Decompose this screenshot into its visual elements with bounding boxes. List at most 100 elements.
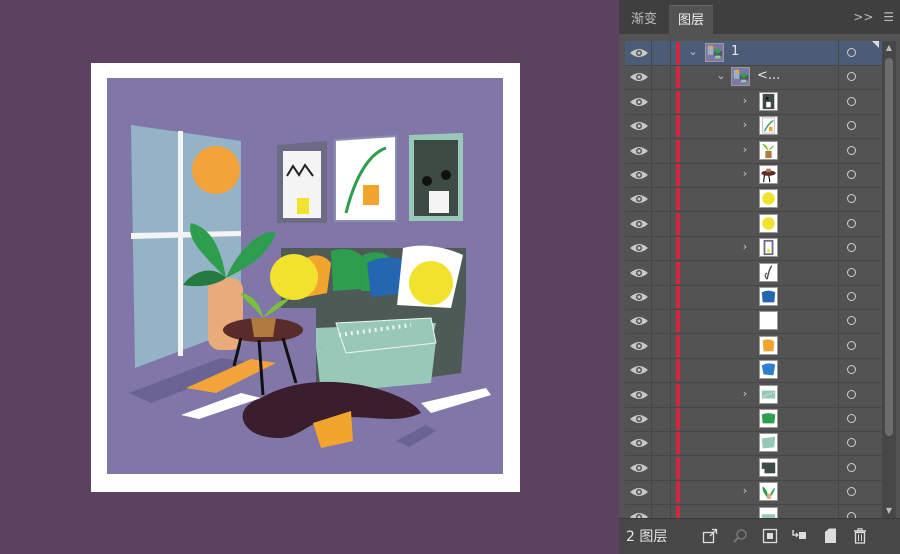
target-circle-icon[interactable] [847, 145, 856, 155]
lock-toggle[interactable] [670, 333, 671, 358]
target-circle-icon[interactable] [847, 316, 856, 326]
visibility-eye-icon[interactable] [629, 70, 649, 84]
visibility-eye-icon[interactable] [629, 144, 649, 158]
scroll-down-icon[interactable]: ▼ [884, 506, 894, 516]
lock-toggle[interactable] [670, 138, 671, 163]
chevron-down-icon[interactable]: ⌄ [715, 69, 727, 83]
illustration-artwork[interactable] [91, 63, 520, 492]
visibility-eye-icon[interactable] [629, 412, 649, 426]
chevron-right-icon[interactable]: › [739, 167, 751, 181]
target-circle-icon[interactable] [847, 389, 856, 399]
visibility-eye-icon[interactable] [629, 436, 649, 450]
layer-row[interactable] [625, 187, 882, 213]
visibility-eye-icon[interactable] [629, 461, 649, 475]
lock-toggle[interactable] [670, 431, 671, 456]
menu-icon[interactable]: ☰ [883, 10, 894, 24]
search-icon[interactable] [732, 528, 748, 544]
target-circle-icon[interactable] [847, 121, 856, 131]
lock-toggle[interactable] [670, 187, 671, 212]
collapse-panels-button[interactable]: >> [853, 10, 873, 24]
lock-toggle[interactable] [670, 260, 671, 285]
visibility-eye-icon[interactable] [629, 168, 649, 182]
layer-row[interactable] [625, 260, 882, 286]
target-circle-icon[interactable] [847, 243, 856, 253]
lock-toggle[interactable] [670, 114, 671, 139]
lock-toggle[interactable] [670, 309, 671, 334]
lock-toggle[interactable] [670, 236, 671, 261]
visibility-eye-icon[interactable] [629, 339, 649, 353]
target-circle-icon[interactable] [847, 48, 856, 57]
visibility-eye-icon[interactable] [629, 388, 649, 402]
layer-row[interactable]: › [625, 89, 882, 115]
chevron-right-icon[interactable]: › [739, 484, 751, 498]
chevron-down-icon[interactable]: ⌄ [687, 45, 699, 59]
layer-name[interactable]: <... [757, 68, 780, 83]
trash-icon[interactable] [852, 528, 868, 544]
target-circle-icon[interactable] [847, 96, 856, 106]
layer-row[interactable] [625, 309, 882, 335]
visibility-eye-icon[interactable] [629, 485, 649, 499]
target-circle-icon[interactable] [847, 414, 856, 423]
layer-row[interactable] [625, 211, 882, 237]
target-circle-icon[interactable] [847, 340, 856, 350]
chevron-right-icon[interactable]: › [739, 143, 751, 157]
target-circle-icon[interactable] [847, 267, 856, 277]
chevron-right-icon[interactable]: › [739, 94, 751, 108]
lock-toggle[interactable] [670, 358, 671, 383]
layer-row[interactable]: ⌄ 1 [625, 41, 882, 66]
layer-name[interactable]: 1 [731, 44, 739, 59]
new-layer-icon[interactable] [822, 528, 838, 544]
visibility-eye-icon[interactable] [629, 510, 649, 518]
lock-toggle[interactable] [670, 455, 671, 480]
target-circle-icon[interactable] [847, 72, 856, 82]
lock-toggle[interactable] [670, 504, 671, 518]
target-circle-icon[interactable] [847, 194, 856, 204]
export-icon[interactable] [702, 528, 718, 544]
scrollbar-thumb[interactable] [885, 58, 893, 436]
lock-toggle[interactable] [670, 285, 671, 309]
target-circle-icon[interactable] [847, 438, 856, 448]
layer-row[interactable]: › [625, 480, 882, 506]
visibility-eye-icon[interactable] [629, 266, 649, 280]
lock-toggle[interactable] [670, 211, 671, 236]
visibility-eye-icon[interactable] [629, 363, 649, 377]
layer-row[interactable] [625, 333, 882, 359]
tab-gradient[interactable]: 渐变 [619, 5, 669, 34]
lock-toggle[interactable] [670, 163, 671, 187]
lock-toggle[interactable] [670, 41, 671, 65]
visibility-eye-icon[interactable] [629, 241, 649, 255]
visibility-eye-icon[interactable] [629, 217, 649, 231]
layer-row[interactable]: ⌄ <... [625, 65, 882, 91]
chevron-right-icon[interactable]: › [739, 387, 751, 401]
chevron-right-icon[interactable]: › [739, 240, 751, 254]
visibility-eye-icon[interactable] [629, 46, 649, 60]
layer-row[interactable]: › [625, 382, 882, 408]
lock-toggle[interactable] [670, 65, 671, 90]
layer-row[interactable] [625, 358, 882, 384]
layer-row[interactable] [625, 407, 882, 432]
layer-row[interactable] [625, 431, 882, 457]
lock-toggle[interactable] [670, 480, 671, 505]
layer-row[interactable] [625, 504, 882, 518]
sublayer-icon[interactable] [791, 528, 807, 544]
target-circle-icon[interactable] [847, 292, 856, 301]
target-circle-icon[interactable] [847, 462, 856, 472]
visibility-eye-icon[interactable] [629, 192, 649, 206]
visibility-eye-icon[interactable] [629, 95, 649, 109]
clipping-mask-icon[interactable] [762, 528, 778, 544]
visibility-eye-icon[interactable] [629, 314, 649, 328]
tab-layers[interactable]: 图层 [669, 5, 713, 35]
layer-row[interactable]: › [625, 114, 882, 140]
layer-row[interactable]: › [625, 163, 882, 188]
visibility-eye-icon[interactable] [629, 290, 649, 304]
target-circle-icon[interactable] [847, 365, 856, 375]
layer-row[interactable] [625, 285, 882, 310]
layer-list[interactable]: ⌄ 1 ⌄ <... › › › › › › › [625, 41, 882, 518]
target-circle-icon[interactable] [847, 170, 856, 179]
chevron-right-icon[interactable]: › [739, 118, 751, 132]
visibility-eye-icon[interactable] [629, 119, 649, 133]
target-circle-icon[interactable] [847, 487, 856, 497]
artboard-canvas[interactable] [0, 0, 619, 553]
layer-row[interactable] [625, 455, 882, 481]
lock-toggle[interactable] [670, 89, 671, 114]
